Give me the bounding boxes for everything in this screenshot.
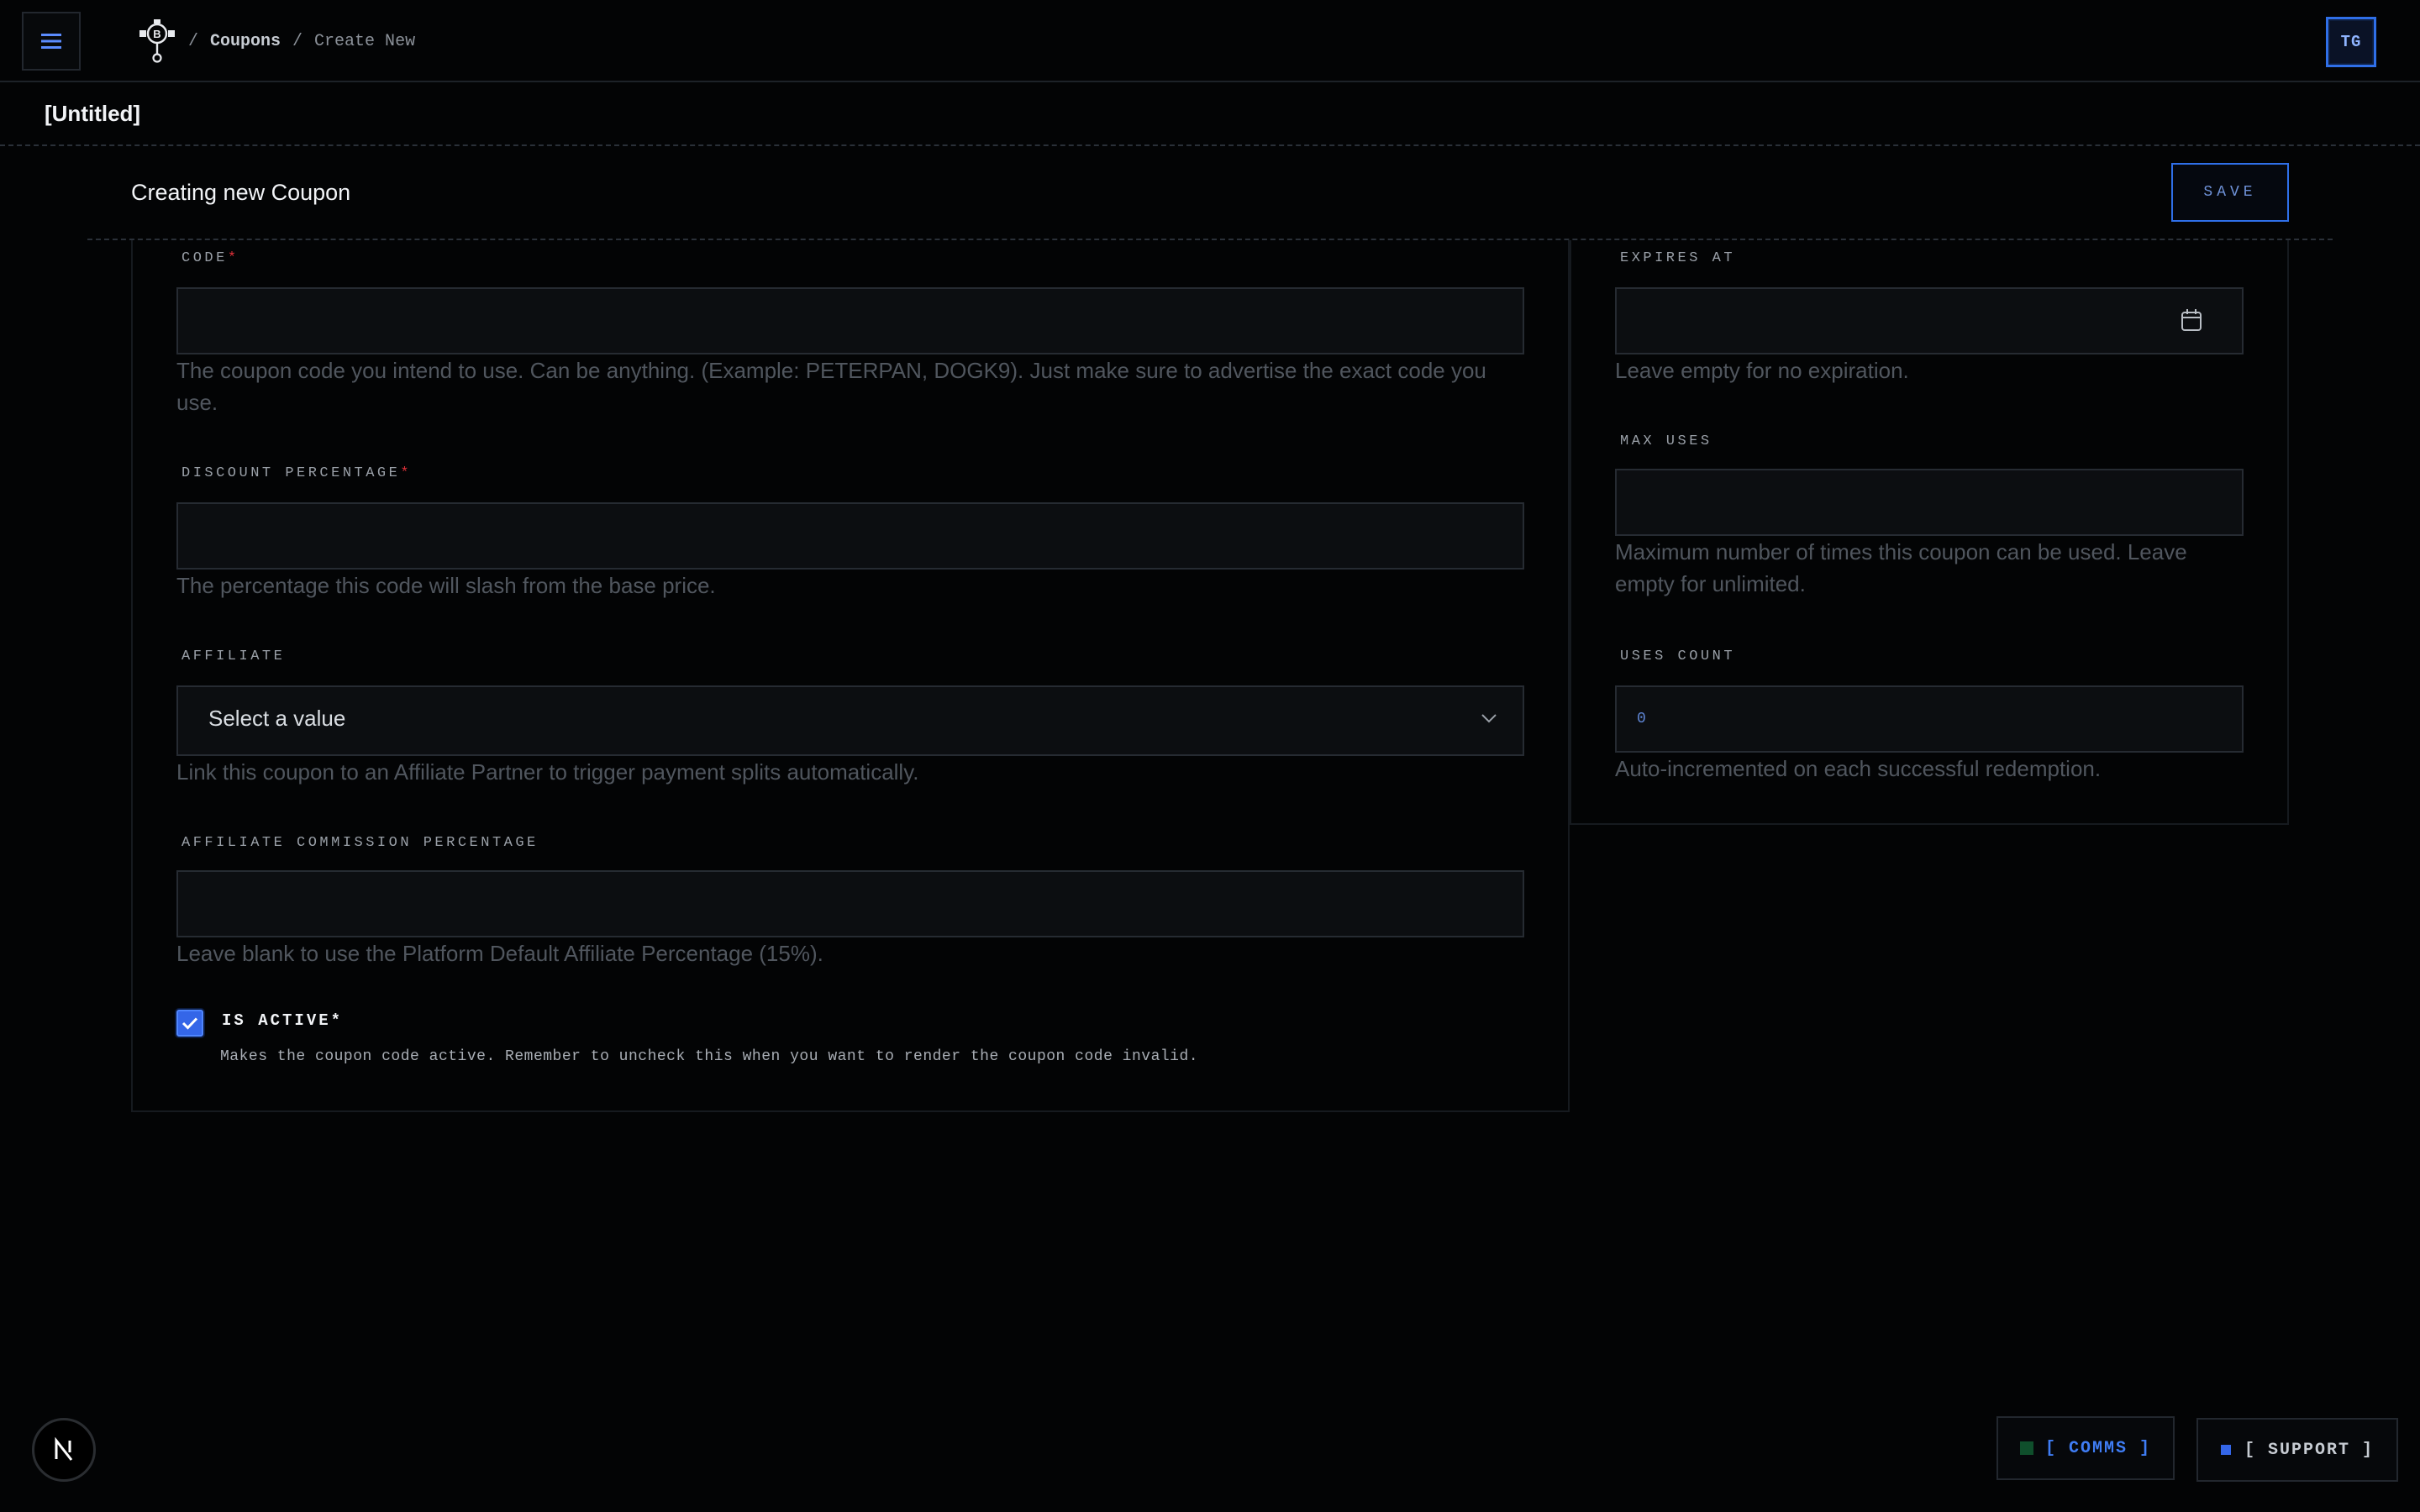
brand-logo-icon[interactable]: B	[138, 18, 176, 64]
status-indicator-icon	[2019, 1441, 2033, 1455]
support-indicator-icon	[2220, 1445, 2231, 1455]
menu-button[interactable]	[22, 12, 81, 71]
is-active-checkbox[interactable]	[176, 1010, 203, 1037]
is-active-help-text: Makes the coupon code active. Remember t…	[220, 1048, 1199, 1065]
hamburger-icon	[41, 34, 61, 49]
code-help-text: The coupon code you intend to use. Can b…	[176, 358, 1486, 415]
uses-count-value: 0	[1637, 711, 1646, 727]
max-uses-input[interactable]	[1615, 469, 2244, 536]
code-label-text: CODE	[182, 250, 228, 266]
discount-percentage-label: DISCOUNT PERCENTAGE*	[182, 465, 412, 481]
max-uses-help-text: Maximum number of times this coupon can …	[1615, 539, 2187, 596]
nextjs-logo-icon	[55, 1437, 73, 1461]
code-label: CODE*	[182, 250, 239, 266]
svg-text:B: B	[153, 28, 160, 40]
nextjs-dev-badge[interactable]	[32, 1418, 96, 1482]
affiliate-commission-input[interactable]	[176, 870, 1524, 937]
user-avatar-button[interactable]: TG	[2326, 17, 2376, 67]
expires-at-label: EXPIRES AT	[1620, 250, 1736, 266]
max-uses-label: MAX USES	[1620, 433, 1712, 449]
checkmark-icon	[182, 1017, 198, 1030]
breadcrumb-separator: /	[292, 31, 303, 51]
affiliate-label: AFFILIATE	[182, 648, 286, 664]
chevron-down-icon	[1481, 714, 1497, 723]
breadcrumb: / Coupons / Create New	[188, 29, 415, 54]
discount-percentage-help-text: The percentage this code will slash from…	[176, 573, 716, 598]
top-bar: B / Coupons / Create New TG	[0, 0, 2420, 82]
uses-count-input[interactable]: 0	[1615, 685, 2244, 753]
discount-percentage-label-text: DISCOUNT PERCENTAGE	[182, 465, 401, 481]
comms-label: [ COMMS ]	[2044, 1438, 2152, 1458]
page-title: Creating new Coupon	[131, 180, 351, 205]
required-mark: *	[227, 250, 239, 266]
breadcrumb-separator: /	[188, 31, 199, 51]
uses-count-label: USES COUNT	[1620, 648, 1736, 664]
divider	[0, 144, 2420, 146]
affiliate-help-text: Link this coupon to an Affiliate Partner…	[176, 759, 919, 785]
save-button[interactable]: SAVE	[2171, 163, 2289, 222]
code-input[interactable]	[176, 287, 1524, 354]
affiliate-commission-help-text: Leave blank to use the Platform Default …	[176, 941, 823, 966]
expires-at-input[interactable]	[1615, 287, 2244, 354]
comms-button[interactable]: [ COMMS ]	[1996, 1416, 2175, 1480]
discount-percentage-input[interactable]	[176, 502, 1524, 570]
expires-at-help-text: Leave empty for no expiration.	[1615, 358, 1909, 383]
required-mark: *	[400, 465, 413, 481]
is-active-label[interactable]: IS ACTIVE*	[222, 1011, 343, 1030]
calendar-icon[interactable]	[2180, 307, 2203, 333]
document-title: [Untitled]	[45, 101, 141, 126]
affiliate-selected-value: Select a value	[208, 706, 346, 731]
support-button[interactable]: [ SUPPORT ]	[2196, 1418, 2398, 1482]
support-label: [ SUPPORT ]	[2244, 1440, 2375, 1460]
breadcrumb-current: Create New	[314, 31, 416, 51]
affiliate-select[interactable]: Select a value	[176, 685, 1524, 756]
breadcrumb-coupons-link[interactable]: Coupons	[210, 32, 281, 51]
uses-count-help-text: Auto-incremented on each successful rede…	[1615, 756, 2102, 781]
affiliate-commission-label: AFFILIATE COMMISSION PERCENTAGE	[182, 835, 539, 851]
